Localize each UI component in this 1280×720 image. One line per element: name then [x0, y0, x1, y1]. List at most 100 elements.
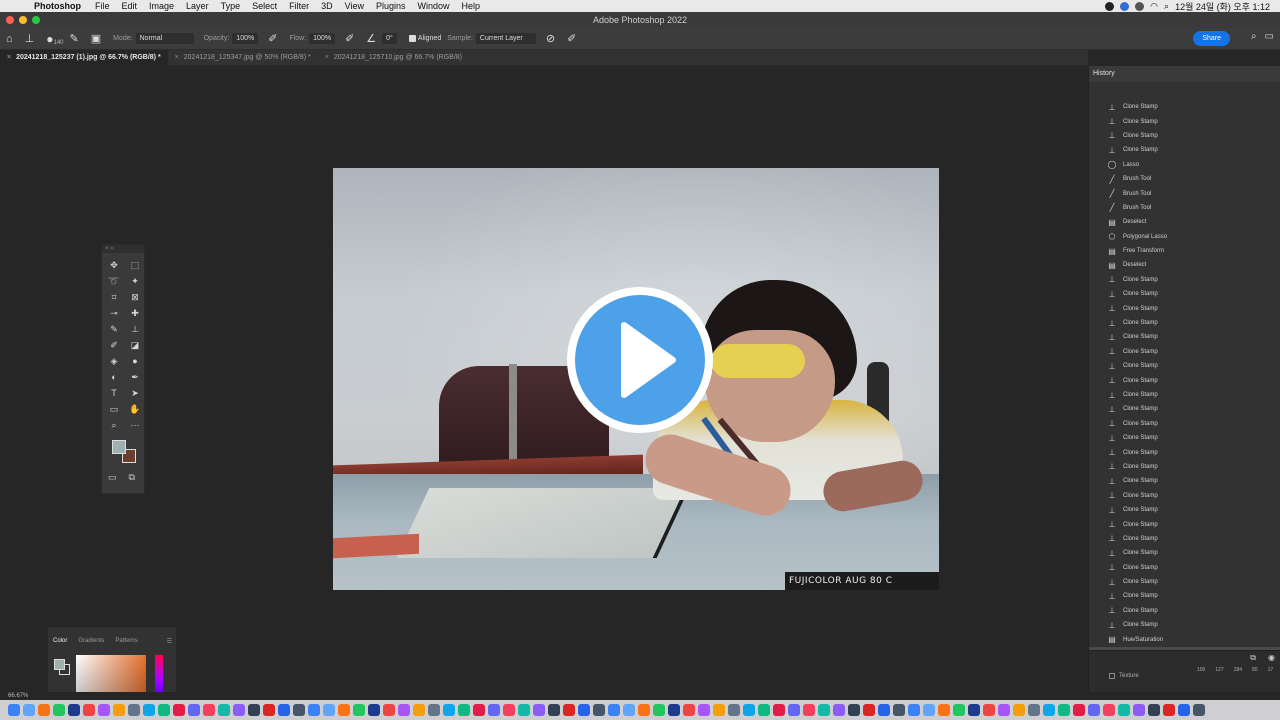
flow-field[interactable]: 100% — [309, 33, 336, 44]
tab-gradients[interactable]: Gradients — [78, 638, 104, 644]
opacity-field[interactable]: 100% — [232, 33, 259, 44]
dock-app-icon[interactable] — [338, 704, 350, 716]
dock-app-icon[interactable] — [1028, 704, 1040, 716]
menu-image[interactable]: Image — [149, 1, 174, 11]
dock-app-icon[interactable] — [23, 704, 35, 716]
dock-app-icon[interactable] — [473, 704, 485, 716]
eyedropper-tool-icon[interactable]: ⊸ — [104, 307, 124, 320]
dock-app-icon[interactable] — [128, 704, 140, 716]
dock-app-icon[interactable] — [863, 704, 875, 716]
clone-stamp-preset-icon[interactable]: ⊥ — [25, 32, 35, 45]
history-item[interactable]: ⊥ Clone Stamp — [1089, 532, 1280, 546]
tab-document-3[interactable]: × 20241218_125710.jpg @ 66.7% (RGB/8) — [318, 50, 469, 65]
dock-app-icon[interactable] — [83, 704, 95, 716]
airbrush-icon[interactable]: ✐ — [345, 32, 354, 45]
zoom-level[interactable]: 66.67% — [8, 693, 28, 699]
menu-select[interactable]: Select — [252, 1, 277, 11]
history-item[interactable]: ╱ Brush Tool — [1089, 186, 1280, 200]
quick-mask-icon[interactable]: ▭ — [108, 472, 117, 483]
history-panel-title[interactable]: History — [1089, 66, 1280, 82]
history-item[interactable]: ⊥ Clone Stamp — [1089, 273, 1280, 287]
dodge-tool-icon[interactable]: ◐ — [104, 371, 124, 384]
dock-app-icon[interactable] — [68, 704, 80, 716]
dock-app-icon[interactable] — [713, 704, 725, 716]
dock-app-icon[interactable] — [248, 704, 260, 716]
angle-field[interactable]: 0° — [382, 33, 397, 44]
dock-app-icon[interactable] — [983, 704, 995, 716]
share-button[interactable]: Share — [1193, 31, 1230, 46]
more-tools-icon[interactable]: ··· — [125, 419, 145, 432]
dock-app-icon[interactable] — [233, 704, 245, 716]
dock-app-icon[interactable] — [1073, 704, 1085, 716]
dock-app-icon[interactable] — [278, 704, 290, 716]
pen-tool-icon[interactable]: ✒ — [125, 371, 145, 384]
app-tray-icon[interactable] — [1120, 1, 1130, 11]
dock-app-icon[interactable] — [953, 704, 965, 716]
clone-stamp-tool-icon[interactable]: ⊥ — [125, 323, 145, 336]
dock-app-icon[interactable] — [368, 704, 380, 716]
history-item[interactable]: ⊥ Clone Stamp — [1089, 402, 1280, 416]
history-item[interactable]: ⬠ Polygonal Lasso — [1089, 230, 1280, 244]
type-tool-icon[interactable]: T — [104, 387, 124, 400]
crop-tool-icon[interactable]: ⌗ — [104, 291, 124, 304]
eraser-tool-icon[interactable]: ◪ — [125, 339, 145, 352]
history-item[interactable]: ▤ Free Transform — [1089, 244, 1280, 258]
angle-icon[interactable]: ∠ — [366, 32, 376, 45]
healing-brush-tool-icon[interactable]: ✚ — [125, 307, 145, 320]
menu-window[interactable]: Window — [418, 1, 450, 11]
dock-app-icon[interactable] — [53, 704, 65, 716]
brush-tool-icon[interactable]: ✎ — [104, 323, 124, 336]
history-item[interactable]: ⊥ Clone Stamp — [1089, 618, 1280, 632]
clock[interactable]: 12월 24일 (화) 오후 1:12 — [1175, 0, 1270, 13]
history-item[interactable]: ⊥ Clone Stamp — [1089, 114, 1280, 128]
history-item[interactable]: ⊥ Clone Stamp — [1089, 301, 1280, 315]
dock-app-icon[interactable] — [263, 704, 275, 716]
history-item[interactable]: ⊥ Clone Stamp — [1089, 604, 1280, 618]
menu-view[interactable]: View — [345, 1, 364, 11]
history-item[interactable]: ⊥ Clone Stamp — [1089, 287, 1280, 301]
history-item[interactable]: ⊥ Clone Stamp — [1089, 575, 1280, 589]
menu-edit[interactable]: Edit — [122, 1, 138, 11]
workspace-icon[interactable]: ▭ — [1265, 31, 1274, 42]
dock-app-icon[interactable] — [968, 704, 980, 716]
history-item[interactable]: ⊥ Clone Stamp — [1089, 359, 1280, 373]
dock-app-icon[interactable] — [488, 704, 500, 716]
zoom-tool-icon[interactable]: ⌕ — [104, 419, 124, 432]
panel-foreground-swatch[interactable] — [54, 659, 65, 670]
dock-app-icon[interactable] — [668, 704, 680, 716]
history-item[interactable]: ╱ Brush Tool — [1089, 201, 1280, 215]
dock-app-icon[interactable] — [1163, 704, 1175, 716]
dock-app-icon[interactable] — [833, 704, 845, 716]
dock-app-icon[interactable] — [803, 704, 815, 716]
history-item[interactable]: ⊥ Clone Stamp — [1089, 546, 1280, 560]
dock-app-icon[interactable] — [818, 704, 830, 716]
history-item[interactable]: ⊥ Clone Stamp — [1089, 100, 1280, 114]
menu-app-name[interactable]: Photoshop — [34, 1, 81, 11]
history-item[interactable]: ⊥ Clone Stamp — [1089, 129, 1280, 143]
history-item[interactable]: ⊥ Clone Stamp — [1089, 373, 1280, 387]
dock-app-icon[interactable] — [413, 704, 425, 716]
menu-help[interactable]: Help — [462, 1, 481, 11]
history-item[interactable]: ⊥ Clone Stamp — [1089, 388, 1280, 402]
paint-bucket-tool-icon[interactable]: ◈ — [104, 355, 124, 368]
move-tool-icon[interactable]: ✥ — [104, 259, 124, 272]
history-item[interactable]: ⊥ Clone Stamp — [1089, 345, 1280, 359]
hand-tool-icon[interactable]: ✋ — [125, 403, 145, 416]
dock-app-icon[interactable] — [1043, 704, 1055, 716]
dock-app-icon[interactable] — [923, 704, 935, 716]
tab-document-1[interactable]: × 20241218_125237 (1).jpg @ 66.7% (RGB/8… — [0, 50, 168, 65]
dock-app-icon[interactable] — [758, 704, 770, 716]
home-icon[interactable]: ⌂ — [6, 33, 13, 45]
dock-app-icon[interactable] — [608, 704, 620, 716]
dock-app-icon[interactable] — [683, 704, 695, 716]
toolbar-grip[interactable]: × ‹‹ — [102, 245, 144, 253]
dock-app-icon[interactable] — [938, 704, 950, 716]
dock-app-icon[interactable] — [533, 704, 545, 716]
brush-preset-icon[interactable]: ● — [46, 32, 53, 46]
apple-icon[interactable] — [12, 1, 24, 11]
lasso-tool-icon[interactable]: ➰ — [104, 275, 124, 288]
search-tray-icon[interactable]: ⌕ — [1164, 1, 1169, 12]
history-item[interactable]: ⊥ Clone Stamp — [1089, 316, 1280, 330]
dock-app-icon[interactable] — [143, 704, 155, 716]
dock-app-icon[interactable] — [383, 704, 395, 716]
